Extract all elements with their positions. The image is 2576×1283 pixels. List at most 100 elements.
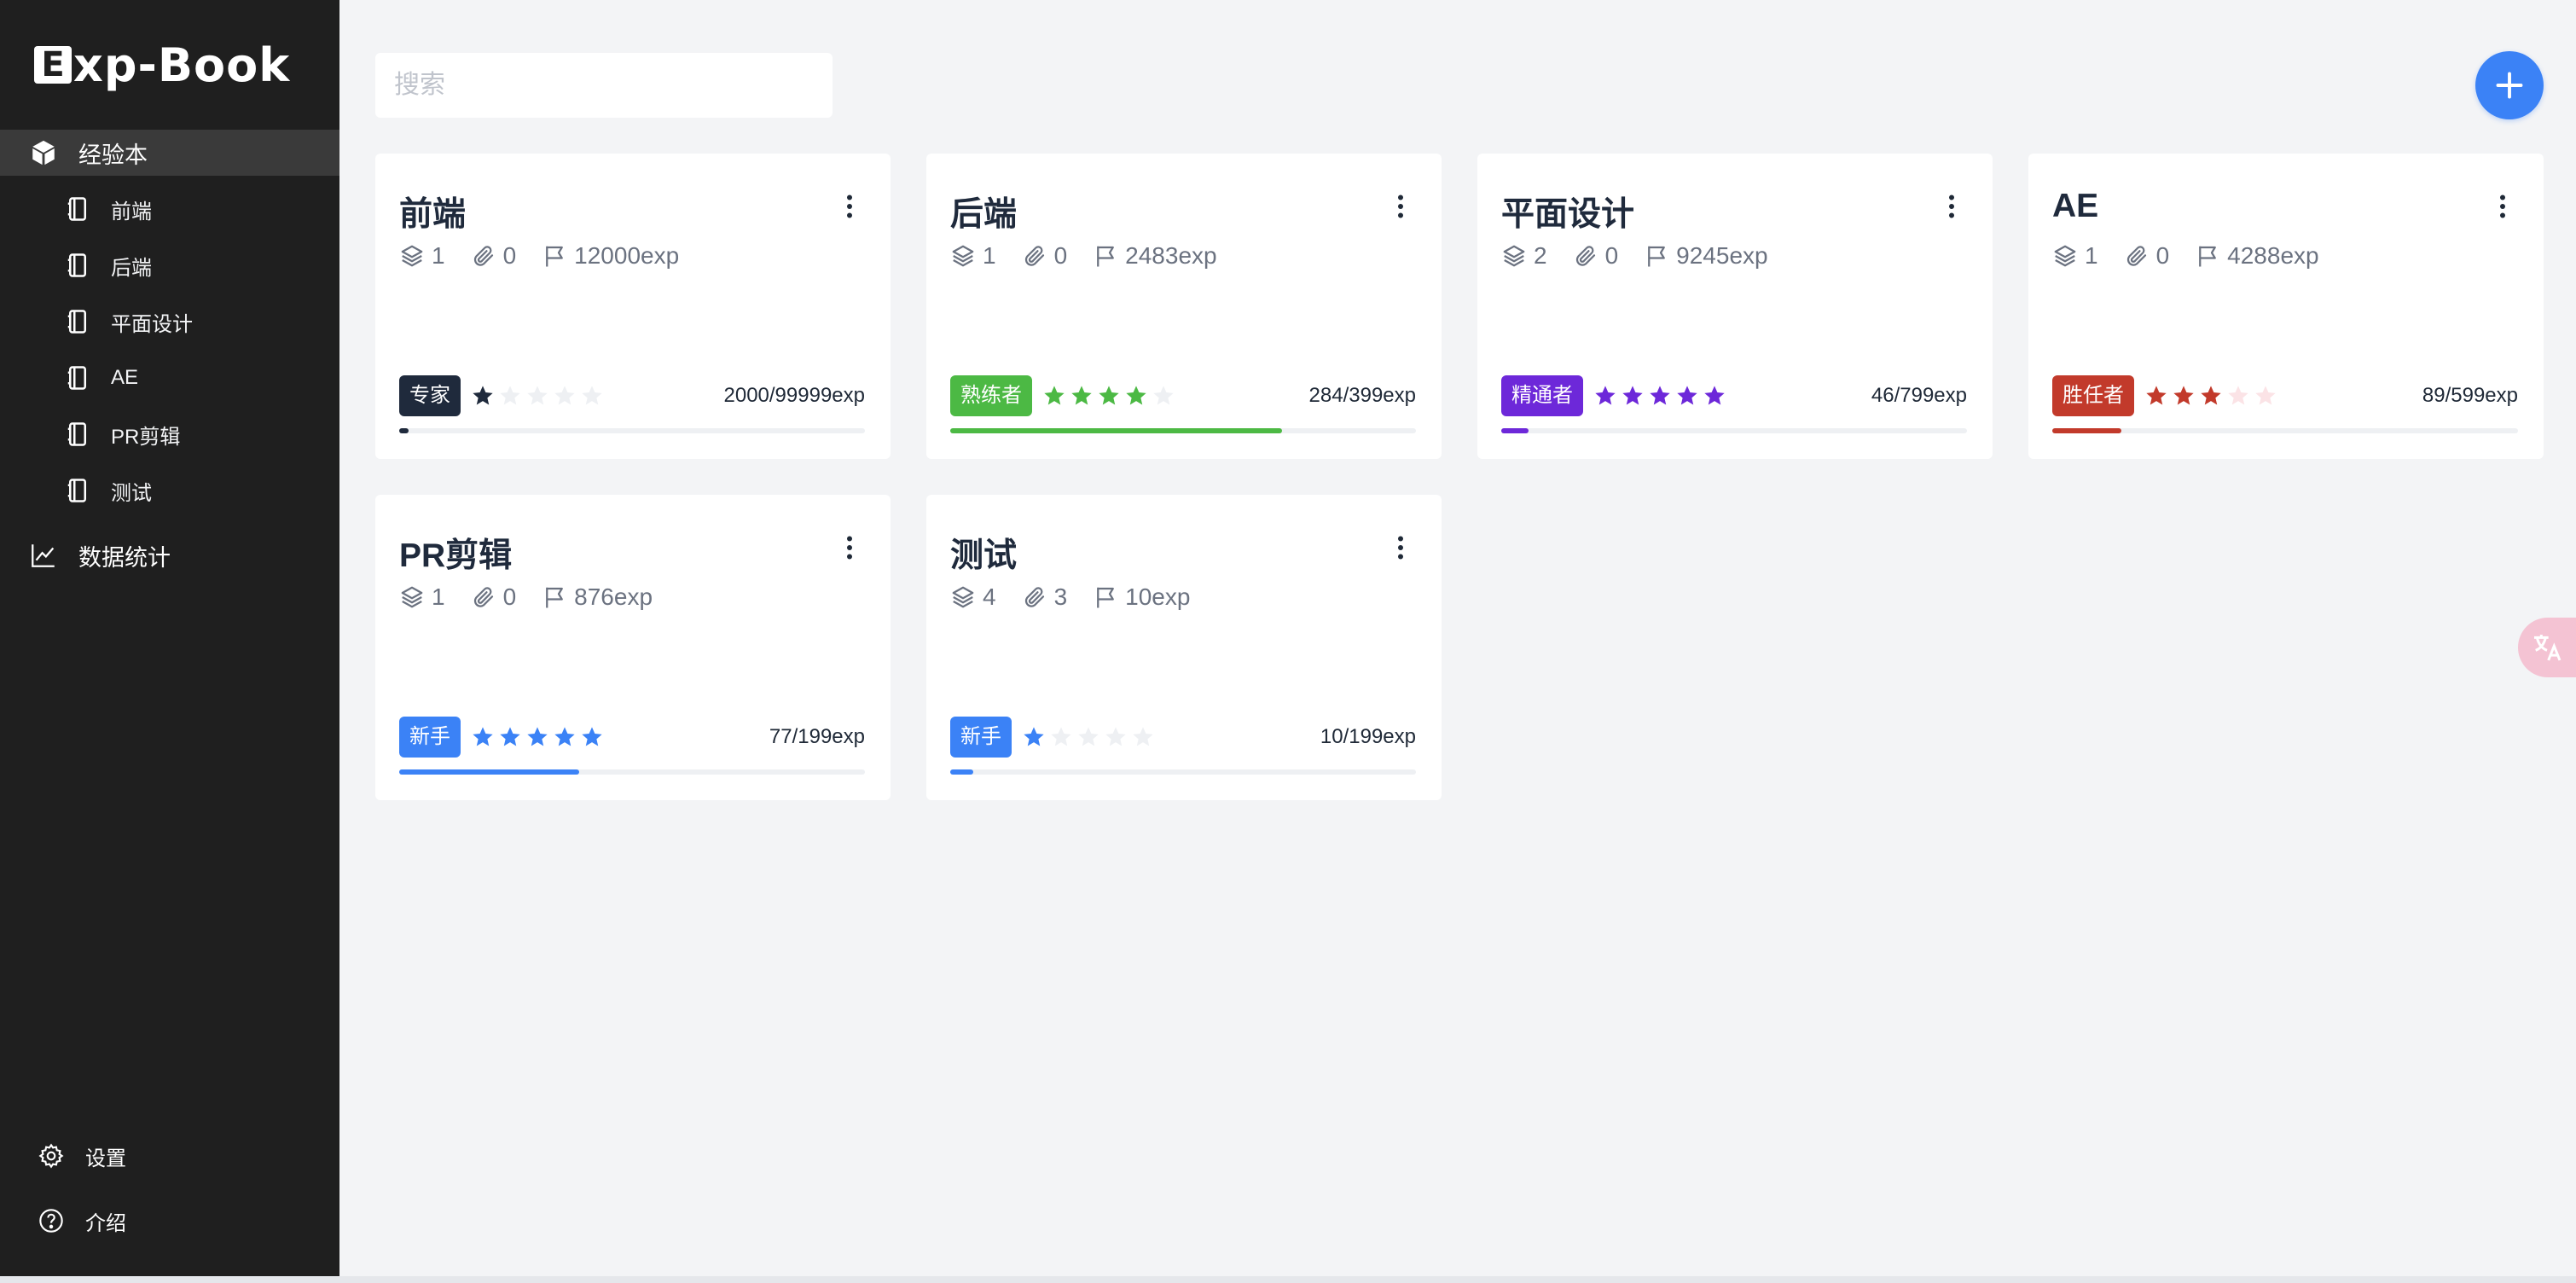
- search-input[interactable]: [375, 53, 833, 118]
- meta-exp: 4288exp: [2195, 242, 2319, 270]
- book-card[interactable]: 平面设计 2 0 9245exp 精通者 46/799exp: [1477, 154, 1993, 459]
- star-empty-icon: [1133, 727, 1153, 746]
- star-filled-icon: [1622, 386, 1643, 405]
- attachments-count: 0: [502, 583, 517, 610]
- meta-exp: 2483exp: [1093, 242, 1217, 270]
- book-card[interactable]: PR剪辑 1 0 876exp 新手 77/199exp: [375, 495, 891, 800]
- star-rating: [1042, 380, 1179, 411]
- layers-icon: [1503, 245, 1525, 267]
- level-badge: 精通者: [1501, 375, 1583, 416]
- sidebar-item-about[interactable]: 介绍: [0, 1198, 339, 1244]
- star-filled-icon: [473, 386, 493, 405]
- level-badge: 新手: [399, 717, 461, 758]
- meta-layers: 4: [950, 583, 996, 611]
- total-exp: 10exp: [1125, 583, 1191, 610]
- book-title: 后端: [950, 196, 1018, 233]
- sidebar-about-label: 介绍: [85, 1211, 126, 1235]
- book-meta: 1 0 876exp: [399, 580, 678, 614]
- sidebar-item-label: 测试: [111, 481, 152, 505]
- add-book-button[interactable]: [2475, 51, 2544, 119]
- progress-fill: [399, 769, 580, 775]
- book-meta: 1 0 2483exp: [950, 239, 1243, 273]
- more-vertical-icon[interactable]: [1390, 191, 1411, 222]
- sidebar-item-ae[interactable]: AE: [0, 355, 339, 401]
- sidebar-item-label: 后端: [111, 256, 152, 280]
- window-bottom-edge: [0, 1276, 2576, 1283]
- book-card[interactable]: 测试 4 3 10exp 新手 10/199exp: [926, 495, 1442, 800]
- sidebar-stats-label: 数据统计: [78, 544, 171, 571]
- progress-fill: [1501, 428, 1529, 433]
- more-vertical-icon[interactable]: [1390, 532, 1411, 563]
- flag-icon: [1648, 246, 1666, 267]
- app-logo[interactable]: E xp-Book: [34, 38, 290, 92]
- sidebar-item-backend[interactable]: 后端: [0, 242, 339, 288]
- attachments-count: 0: [502, 242, 517, 269]
- flag-icon: [2199, 246, 2217, 267]
- sidebar-item-frontend[interactable]: 前端: [0, 186, 339, 232]
- star-filled-icon: [554, 727, 575, 746]
- layers-icon: [952, 245, 974, 267]
- meta-attachments: 3: [1022, 583, 1068, 611]
- sidebar-group-label: 经验本: [78, 142, 148, 168]
- more-vertical-icon[interactable]: [2492, 191, 2513, 222]
- more-vertical-icon[interactable]: [839, 532, 860, 563]
- book-card[interactable]: 前端 1 0 12000exp 专家 2000/99999exp: [375, 154, 891, 459]
- book-card[interactable]: 后端 1 0 2483exp 熟练者 284/399exp: [926, 154, 1442, 459]
- meta-attachments: 0: [1573, 242, 1618, 270]
- star-filled-icon: [1024, 727, 1044, 746]
- sidebar-group-experience-books[interactable]: 经验本: [0, 130, 339, 176]
- sidebar-item-graphic-design[interactable]: 平面设计: [0, 299, 339, 345]
- star-filled-icon: [1071, 386, 1092, 405]
- total-exp: 9245exp: [1676, 242, 1768, 269]
- attachments-count: 0: [1053, 242, 1068, 269]
- book-title: PR剪辑: [399, 537, 513, 574]
- book-title: 测试: [950, 537, 1018, 574]
- meta-attachments: 0: [2124, 242, 2170, 270]
- progress-fill: [399, 428, 409, 433]
- paperclip-icon: [1024, 246, 1044, 266]
- star-filled-icon: [1595, 386, 1616, 405]
- sidebar-item-pr-editing[interactable]: PR剪辑: [0, 411, 339, 457]
- help-circle-icon: [39, 1209, 63, 1233]
- level-badge: 胜任者: [2052, 375, 2134, 416]
- notebook-icon: [67, 479, 86, 502]
- attachments-count: 3: [1053, 583, 1068, 610]
- progress-fill: [2052, 428, 2122, 433]
- star-empty-icon: [2255, 386, 2276, 405]
- star-empty-icon: [554, 386, 575, 405]
- paperclip-icon: [1575, 246, 1595, 266]
- star-filled-icon: [1704, 386, 1725, 405]
- sidebar-item-statistics[interactable]: 数据统计: [0, 532, 339, 578]
- notebook-icon: [67, 253, 86, 277]
- star-filled-icon: [1099, 386, 1119, 405]
- sidebar: E xp-Book 经验本 前端 后端 平面设计 AE PR剪辑 测试 数据统计: [0, 0, 339, 1283]
- attachments-count: 0: [2155, 242, 2170, 269]
- star-empty-icon: [1078, 727, 1099, 746]
- sidebar-item-settings[interactable]: 设置: [0, 1133, 339, 1179]
- translate-floating-button[interactable]: [2518, 618, 2576, 677]
- meta-attachments: 0: [1022, 242, 1068, 270]
- progress-text: 77/199exp: [769, 725, 865, 748]
- sidebar-item-testing[interactable]: 测试: [0, 467, 339, 514]
- meta-exp: 12000exp: [542, 242, 679, 270]
- meta-layers: 1: [399, 583, 445, 611]
- sidebar-item-label: 平面设计: [111, 312, 193, 336]
- progress-fill: [950, 428, 1282, 433]
- more-vertical-icon[interactable]: [1941, 191, 1962, 222]
- book-card[interactable]: AE 1 0 4288exp 胜任者 89/599exp: [2028, 154, 2544, 459]
- star-empty-icon: [500, 386, 520, 405]
- level-badge: 熟练者: [950, 375, 1032, 416]
- flag-icon: [1097, 587, 1115, 608]
- progress-text: 89/599exp: [2422, 384, 2518, 407]
- meta-layers: 1: [399, 242, 445, 270]
- cube-icon: [32, 140, 55, 165]
- progress-fill: [950, 769, 974, 775]
- level-badge: 专家: [399, 375, 461, 416]
- progress-track: [399, 428, 865, 433]
- star-filled-icon: [473, 727, 493, 746]
- paperclip-icon: [2126, 246, 2146, 266]
- progress-text: 10/199exp: [1320, 725, 1416, 748]
- book-meta: 1 0 4288exp: [2052, 239, 2345, 273]
- notebook-icon: [67, 366, 86, 390]
- more-vertical-icon[interactable]: [839, 191, 860, 222]
